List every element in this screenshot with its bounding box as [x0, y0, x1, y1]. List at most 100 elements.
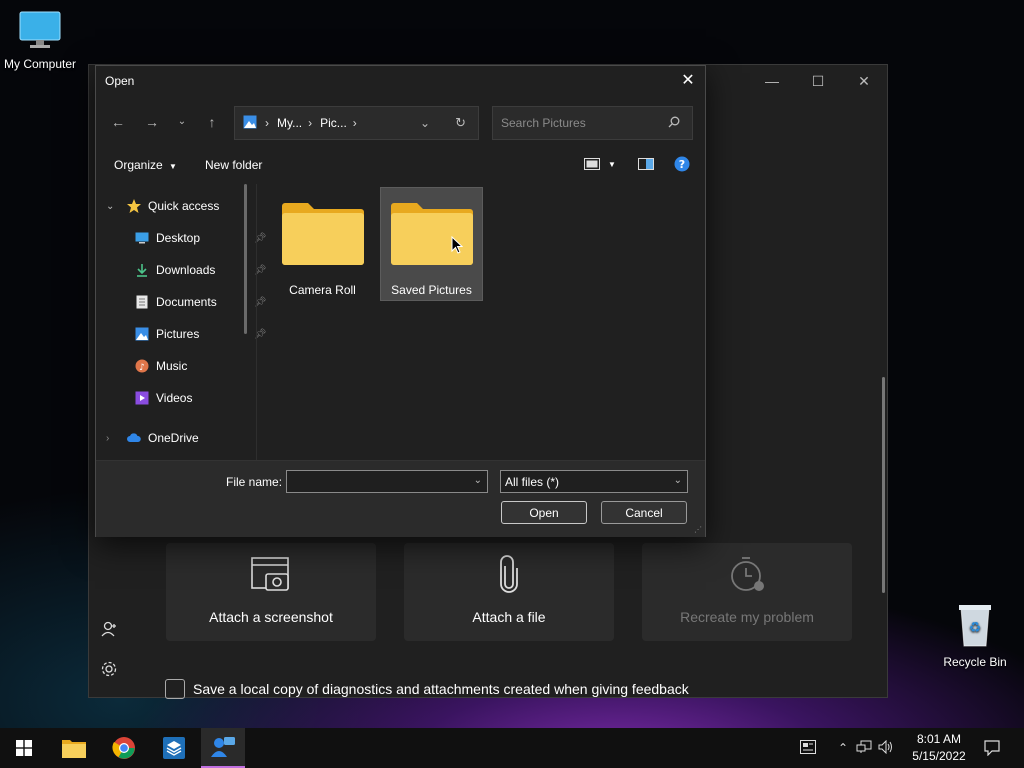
save-local-copy-checkbox[interactable] — [165, 679, 185, 699]
start-button[interactable] — [2, 728, 46, 768]
minimize-icon[interactable]: — — [749, 65, 795, 97]
feedback-hub-taskbar-icon[interactable] — [201, 728, 245, 768]
nav-item-pictures[interactable]: Pictures 📌︎ — [134, 324, 267, 344]
svg-text:♻: ♻ — [969, 620, 982, 636]
file-list: Camera Roll Saved Pictures — [256, 184, 705, 460]
nav-item-desktop[interactable]: Desktop 📌︎ — [134, 228, 267, 248]
chevron-down-icon[interactable]: ⌄ — [674, 475, 682, 486]
app-box-taskbar-icon[interactable] — [152, 728, 196, 768]
cancel-button[interactable]: Cancel — [601, 501, 687, 524]
up-arrow-icon[interactable]: ↑ — [202, 114, 222, 130]
folder-camera-roll[interactable]: Camera Roll — [271, 188, 374, 302]
star-icon — [126, 198, 142, 214]
nav-item-label: Documents — [156, 295, 217, 309]
nav-item-onedrive[interactable]: › OneDrive — [106, 428, 199, 448]
chevron-down-icon[interactable]: ⌄ — [106, 201, 120, 212]
view-options-icon[interactable] — [584, 158, 600, 173]
scrollbar[interactable] — [882, 377, 885, 593]
open-file-dialog: Open ✕ ← → ⌄ ↑ › My... › Pic... › ⌄ ↻ Se… — [95, 65, 706, 537]
video-icon — [134, 390, 150, 406]
document-icon — [134, 294, 150, 310]
close-icon[interactable]: ✕ — [841, 65, 887, 97]
caret-down-icon: ▼ — [169, 162, 177, 171]
gear-icon[interactable] — [99, 659, 119, 679]
chevron-down-icon[interactable]: ⌄ — [420, 116, 430, 130]
svg-text:♪: ♪ — [139, 363, 145, 373]
dialog-toolbar: Organize ▼ New folder ▼ ? — [96, 148, 705, 182]
chevron-down-icon[interactable]: ⌄ — [172, 116, 192, 127]
mouse-cursor-icon — [451, 235, 464, 257]
new-folder-button[interactable]: New folder — [205, 158, 262, 172]
download-arrow-icon — [134, 262, 150, 278]
clock-date: 5/15/2022 — [912, 749, 966, 763]
folder-saved-pictures[interactable]: Saved Pictures — [380, 187, 483, 301]
preview-pane-icon[interactable] — [638, 158, 654, 173]
file-name-label: File name: — [226, 475, 283, 489]
search-icon — [668, 116, 680, 131]
folder-label: Saved Pictures — [391, 283, 472, 297]
svg-text:?: ? — [679, 158, 685, 171]
clock-time: 8:01 AM — [916, 732, 962, 746]
chevron-up-icon[interactable]: ⌃ — [838, 741, 848, 755]
attach-screenshot-card[interactable]: Attach a screenshot — [166, 543, 376, 641]
nav-item-label: Quick access — [148, 199, 220, 213]
desktop-icon-label: Recycle Bin — [943, 655, 1007, 669]
file-name-input[interactable]: ⌄ — [286, 470, 488, 493]
chrome-taskbar-icon[interactable] — [102, 728, 146, 768]
stopwatch-icon — [727, 554, 767, 597]
system-tray: ⌃ — [800, 728, 894, 768]
music-icon: ♪ — [134, 358, 150, 374]
breadcrumb-segment[interactable]: Pic... — [320, 116, 347, 130]
file-type-value: All files (*) — [505, 474, 560, 489]
pictures-library-icon — [243, 115, 257, 132]
attach-file-card[interactable]: Attach a file — [404, 543, 614, 641]
caret-down-icon[interactable]: ▼ — [608, 160, 616, 169]
nav-item-label: Downloads — [156, 263, 216, 277]
desktop-icon-my-computer[interactable]: My Computer — [0, 10, 80, 71]
account-icon[interactable] — [99, 619, 119, 639]
nav-item-music[interactable]: ♪ Music — [134, 356, 187, 376]
file-type-select[interactable]: All files (*) ⌄ — [500, 470, 688, 493]
recycle-bin-icon: ♻ — [935, 602, 1015, 651]
help-icon[interactable]: ? — [674, 156, 690, 175]
navigation-bar: ← → ⌄ ↑ › My... › Pic... › ⌄ ↻ Search Pi… — [96, 106, 705, 140]
nav-item-documents[interactable]: Documents 📌︎ — [134, 292, 267, 312]
back-arrow-icon[interactable]: ← — [108, 114, 128, 130]
nav-quick-access[interactable]: ⌄ Quick access — [106, 196, 219, 216]
search-input[interactable]: Search Pictures — [492, 106, 693, 140]
nav-item-downloads[interactable]: Downloads 📌︎ — [134, 260, 267, 280]
taskbar-clock[interactable]: 8:01 AM 5/15/2022 — [910, 731, 968, 765]
breadcrumb-chevron-icon: › — [352, 116, 357, 130]
notification-center-icon[interactable] — [970, 728, 1014, 768]
desktop-icon — [134, 230, 150, 246]
nav-scrollbar[interactable] — [244, 184, 247, 334]
dialog-titlebar: Open — [96, 66, 705, 96]
nav-item-label: Pictures — [156, 327, 200, 341]
desktop-icon-label: My Computer — [3, 57, 77, 71]
navigation-pane: ⌄ Quick access Desktop 📌︎ Downloads 📌︎ D… — [96, 184, 267, 460]
resize-grip-icon[interactable]: ⋰ — [694, 525, 702, 534]
open-button[interactable]: Open — [501, 501, 587, 524]
chevron-right-icon[interactable]: › — [106, 433, 120, 444]
maximize-icon[interactable]: ☐ — [795, 65, 841, 97]
nav-item-videos[interactable]: Videos — [134, 388, 192, 408]
close-icon[interactable]: ✕ — [679, 72, 697, 90]
screenshot-camera-icon — [250, 556, 292, 597]
file-explorer-taskbar-icon[interactable] — [52, 728, 96, 768]
breadcrumb-chevron-icon: › — [265, 116, 269, 130]
network-icon[interactable] — [856, 740, 872, 757]
address-bar[interactable]: › My... › Pic... › ⌄ ↻ — [234, 106, 479, 140]
breadcrumb-segment[interactable]: My... — [277, 116, 302, 130]
taskbar: ⌃ 8:01 AM 5/15/2022 — [0, 728, 1024, 768]
chevron-down-icon[interactable]: ⌄ — [474, 475, 482, 486]
forward-arrow-icon[interactable]: → — [142, 114, 162, 130]
desktop-icon-recycle-bin[interactable]: ♻ Recycle Bin — [935, 602, 1015, 669]
news-widget-icon[interactable] — [800, 739, 816, 757]
organize-button[interactable]: Organize ▼ — [114, 158, 177, 172]
speaker-icon[interactable] — [878, 739, 894, 757]
nav-item-label: Videos — [156, 391, 193, 405]
nav-item-label: Music — [156, 359, 188, 373]
refresh-icon[interactable]: ↻ — [455, 115, 466, 131]
save-local-copy-row[interactable]: Save a local copy of diagnostics and att… — [165, 679, 689, 699]
card-label: Attach a screenshot — [209, 609, 333, 625]
